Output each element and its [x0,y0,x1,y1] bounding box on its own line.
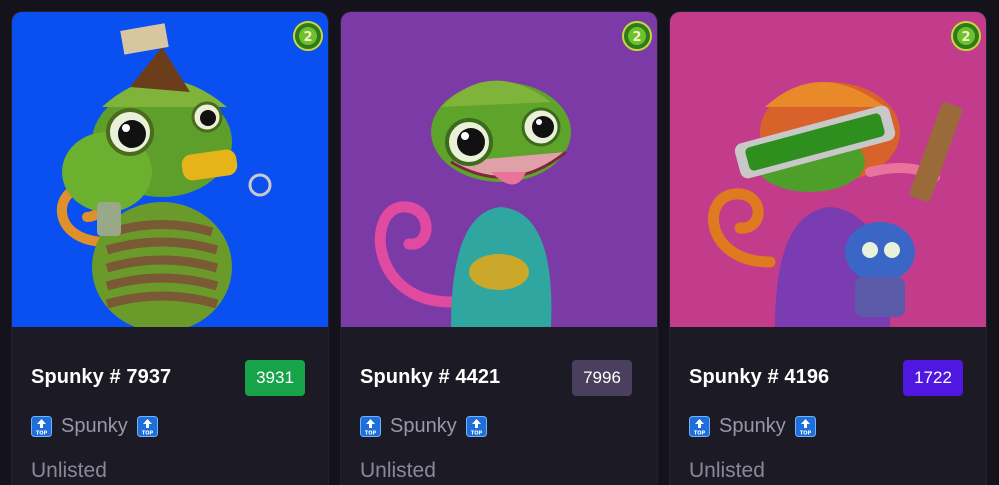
chameleon-artwork [341,12,657,327]
top-arrow-icon: TOP [360,416,381,437]
listing-status: Unlisted [689,459,765,482]
svg-text:2: 2 [961,30,970,45]
nft-grid: 2 Spunky # 7937 3931 TOP Spunky TOP Unli… [0,0,999,485]
listing-status: Unlisted [360,459,436,482]
rank-badge: 3931 [245,360,305,396]
top-arrow-icon: TOP [689,416,710,437]
collection-row[interactable]: TOP Spunky TOP [360,415,487,438]
nft-title[interactable]: Spunky # 4196 [689,366,829,389]
green-coin-icon: 2 [622,21,652,51]
listing-status: Unlisted [31,459,107,482]
collection-row[interactable]: TOP Spunky TOP [689,415,816,438]
top-arrow-icon: TOP [465,416,487,437]
collection-name: Spunky [61,415,128,437]
collection-row[interactable]: TOP Spunky TOP [31,415,158,438]
svg-text:TOP: TOP [365,431,377,437]
card-info: Spunky # 4196 1722 TOP Spunky TOP Unlist… [670,327,986,485]
nft-image[interactable]: 2 [670,12,986,327]
card-info: Spunky # 4421 7996 TOP Spunky TOP Unlist… [341,327,657,485]
nft-card[interactable]: 2 Spunky # 4421 7996 TOP Spunky TOP Unli… [341,12,657,485]
svg-text:TOP: TOP [142,431,154,437]
chameleon-artwork [670,12,986,327]
top-arrow-icon: TOP [136,416,158,437]
rank-badge: 1722 [903,360,963,396]
svg-text:TOP: TOP [471,431,483,437]
svg-text:TOP: TOP [36,431,48,437]
svg-text:TOP: TOP [800,431,812,437]
nft-card[interactable]: 2 Spunky # 4196 1722 TOP Spunky TOP Unli… [670,12,986,485]
nft-title[interactable]: Spunky # 4421 [360,366,500,389]
chameleon-artwork [12,12,328,327]
rank-badge: 7996 [572,360,632,396]
green-coin-icon: 2 [951,21,981,51]
card-info: Spunky # 7937 3931 TOP Spunky TOP Unlist… [12,327,328,485]
nft-card[interactable]: 2 Spunky # 7937 3931 TOP Spunky TOP Unli… [12,12,328,485]
collection-name: Spunky [390,415,457,437]
top-arrow-icon: TOP [31,416,52,437]
nft-image[interactable]: 2 [341,12,657,327]
green-coin-icon: 2 [293,21,323,51]
nft-title[interactable]: Spunky # 7937 [31,366,171,389]
nft-image[interactable]: 2 [12,12,328,327]
svg-text:TOP: TOP [694,431,706,437]
collection-name: Spunky [719,415,786,437]
svg-text:2: 2 [303,30,312,45]
top-arrow-icon: TOP [794,416,816,437]
svg-text:2: 2 [632,30,641,45]
